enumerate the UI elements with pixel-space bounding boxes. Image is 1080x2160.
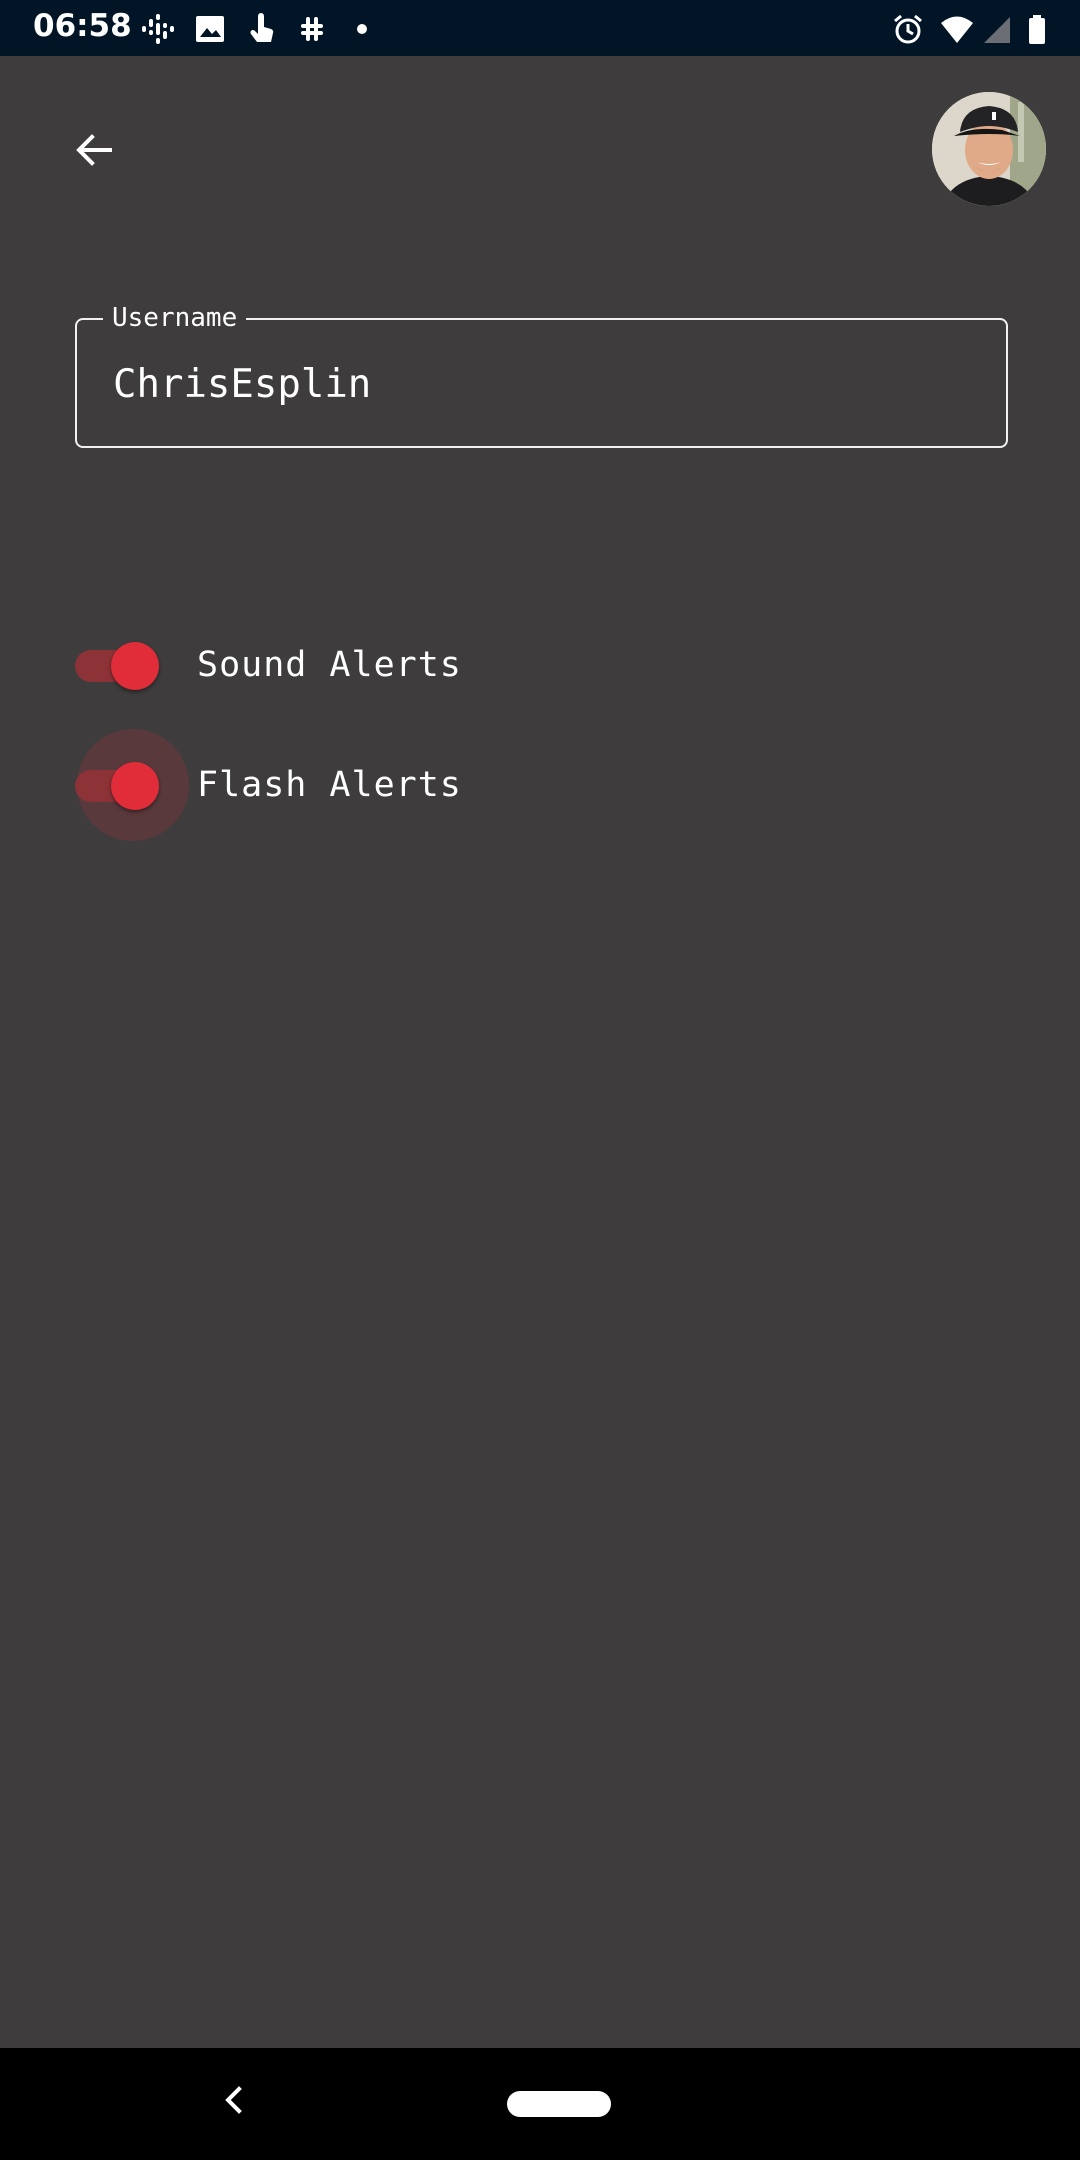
navigation-bar [0, 2048, 1080, 2160]
sound-alerts-row[interactable]: Sound Alerts [75, 635, 462, 695]
username-field[interactable]: Username [75, 300, 1008, 448]
status-bar: 06:58 [0, 0, 1080, 56]
switch-thumb [111, 642, 159, 690]
flash-alerts-toggle[interactable] [75, 729, 189, 841]
back-button[interactable] [62, 118, 126, 182]
switch-thumb [111, 762, 159, 810]
user-avatar-icon [932, 92, 1046, 206]
arrow-left-icon [76, 134, 112, 166]
status-time: 06:58 [33, 8, 132, 44]
slack-icon [295, 12, 329, 46]
sound-alerts-toggle[interactable] [75, 635, 159, 695]
flash-alerts-label: Flash Alerts [197, 765, 462, 805]
signal-icon [980, 12, 1014, 46]
touch-icon [245, 12, 279, 46]
wifi-icon [940, 12, 974, 46]
home-pill-icon[interactable] [507, 2091, 611, 2117]
username-label: Username [103, 300, 247, 336]
alarm-icon [891, 12, 925, 46]
sound-alerts-label: Sound Alerts [197, 645, 462, 685]
podcast-icon [141, 12, 175, 46]
image-icon [193, 12, 227, 46]
avatar[interactable] [932, 92, 1046, 206]
flash-alerts-row[interactable]: Flash Alerts [75, 729, 462, 841]
chevron-left-icon [225, 2086, 242, 2114]
username-input[interactable] [113, 356, 973, 412]
nav-back-button[interactable] [212, 2078, 256, 2122]
dot-icon [350, 12, 384, 46]
battery-icon [1020, 12, 1054, 46]
